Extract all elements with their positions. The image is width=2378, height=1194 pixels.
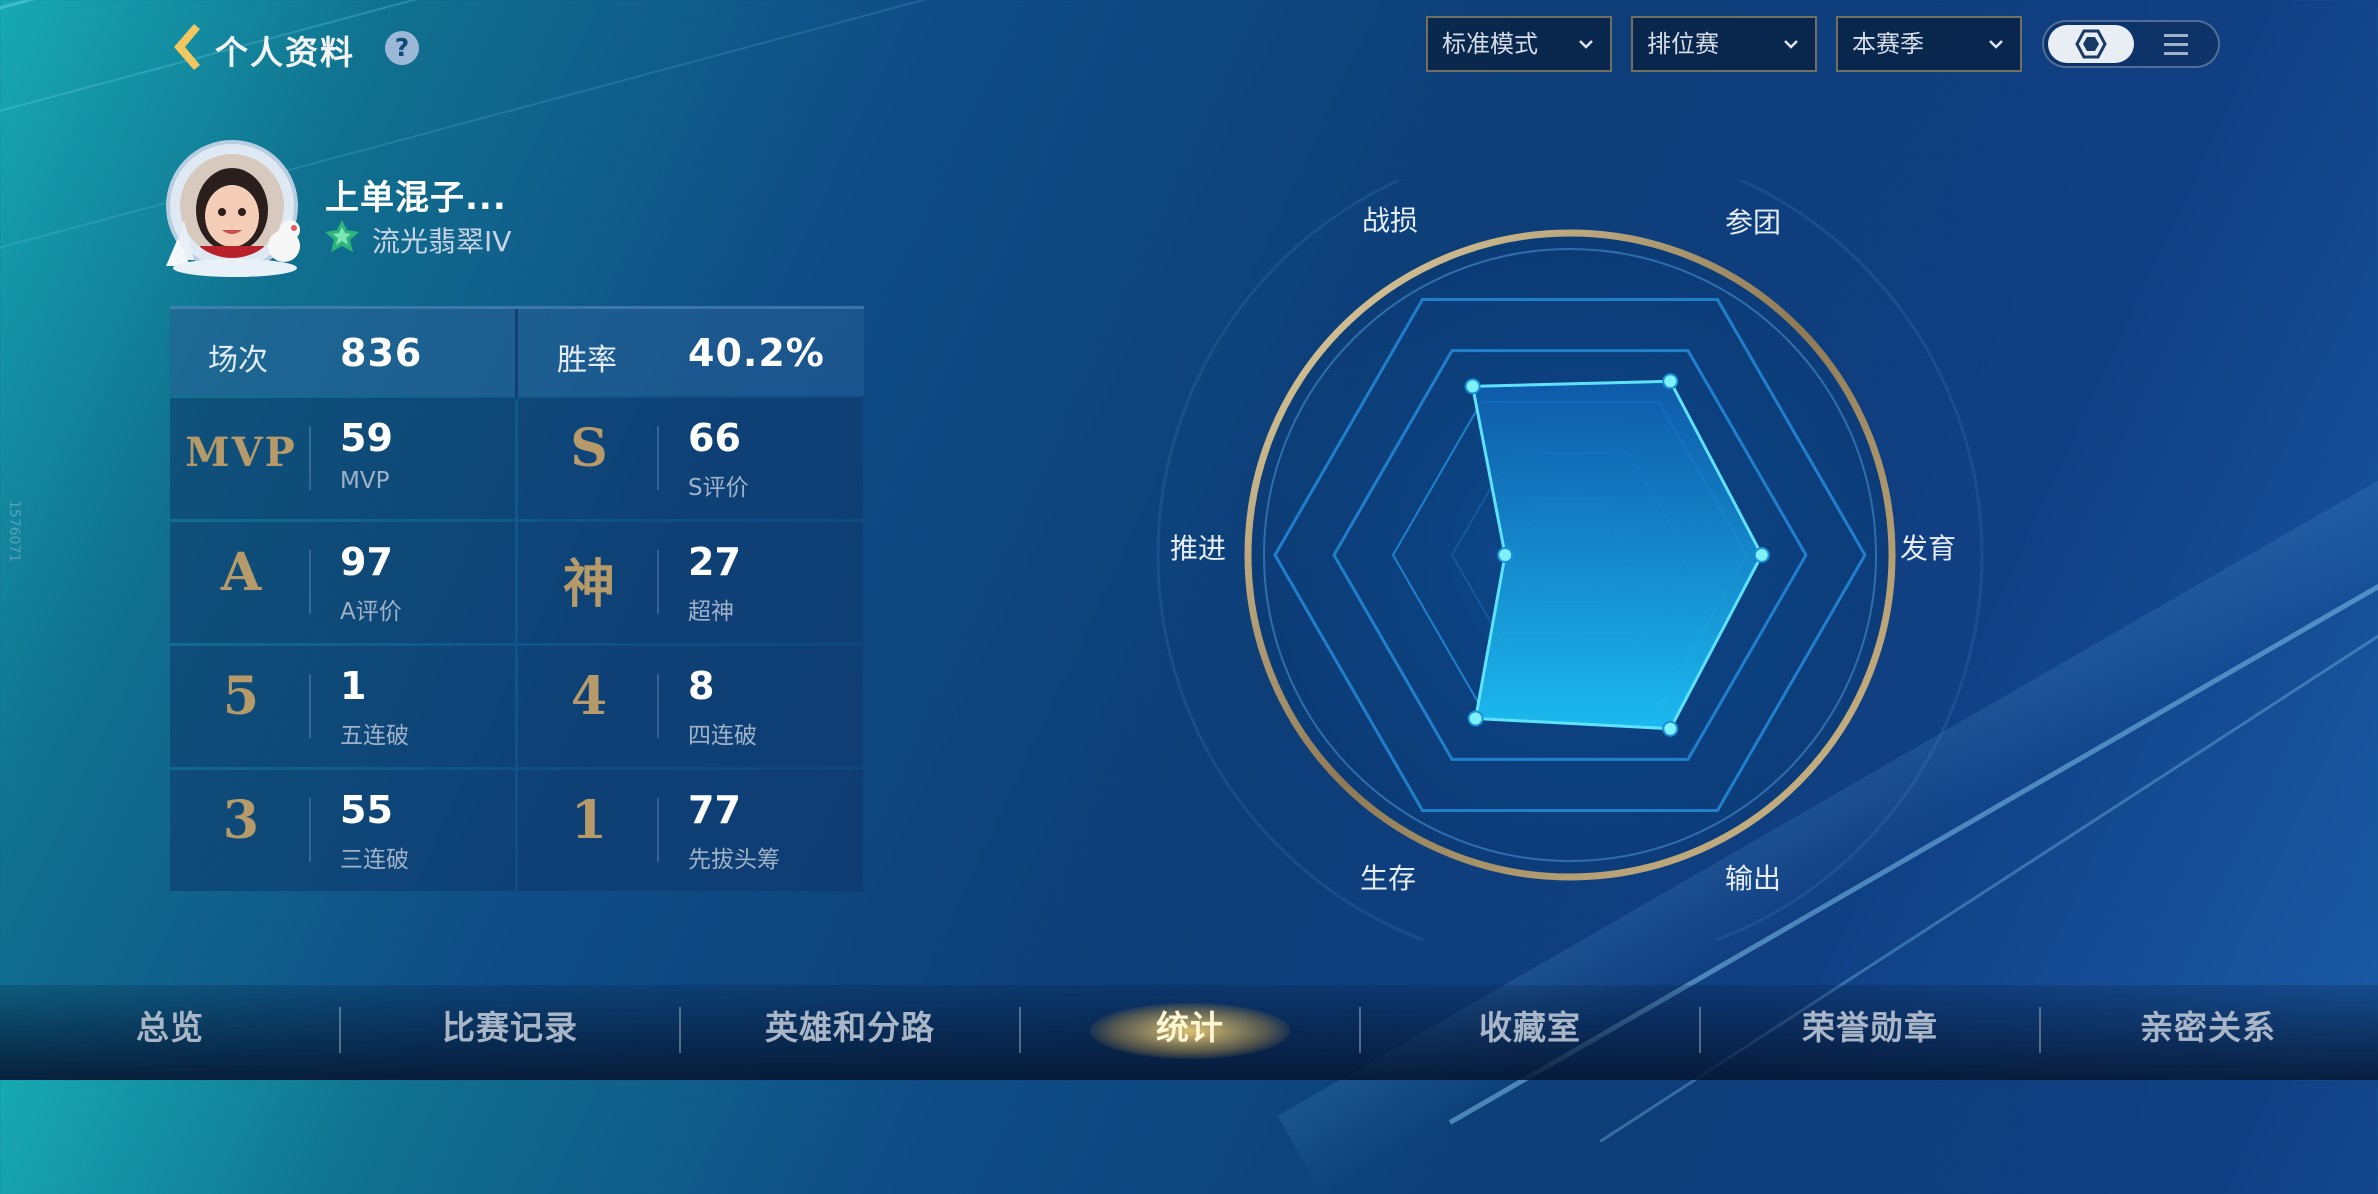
season-dropdown-value: 本赛季 — [1852, 30, 1924, 58]
help-icon[interactable]: ? — [385, 31, 419, 65]
stats-table: 场次 836 胜率 40.2% MVP 59 MVP S 66 S评价 A 97… — [170, 306, 864, 891]
stat-cell-penta: 5 1 五连破 — [170, 646, 515, 767]
chevron-down-icon — [1784, 40, 1798, 49]
winrate-value: 40.2% — [688, 331, 825, 375]
penta-glyph: 5 — [222, 666, 260, 727]
tab-label: 荣誉勋章 — [1802, 1008, 1938, 1047]
tab-label: 总览 — [136, 1008, 204, 1047]
tab-label: 比赛记录 — [442, 1008, 578, 1047]
radar-view-button[interactable] — [2048, 25, 2134, 63]
tab-heroes-lanes[interactable]: 英雄和分路 — [680, 985, 1020, 1080]
side-watermark-code: 1576071 — [6, 500, 22, 563]
radar-chart: 战损 参团发育输出 生存 推进 — [1156, 180, 1984, 940]
stat-value: 27 — [688, 540, 741, 584]
match-type-dropdown[interactable]: 排位赛 — [1631, 16, 1817, 72]
tab-match-history[interactable]: 比赛记录 — [340, 985, 680, 1080]
stat-cell-s: S 66 S评价 — [518, 398, 863, 519]
radar-axis-label: 推进 — [1170, 532, 1226, 565]
view-toggle[interactable] — [2042, 20, 2220, 68]
stat-label: A评价 — [340, 599, 402, 625]
stat-cell-mvp: MVP 59 MVP — [170, 398, 515, 519]
mvp-glyph: MVP — [185, 429, 297, 476]
radar-axis-label: 参团 — [1725, 206, 1781, 239]
stat-label: 五连破 — [340, 723, 409, 749]
radar-point — [1662, 720, 1679, 737]
radar-point — [1753, 547, 1770, 563]
tab-label: 收藏室 — [1479, 1008, 1581, 1047]
stat-label: 三连破 — [340, 847, 409, 873]
stat-value: 66 — [688, 416, 741, 460]
radar-axis-label: 发育 — [1900, 532, 1956, 565]
stat-label: 先拔头筹 — [688, 847, 780, 873]
stat-cell-a: A 97 A评价 — [170, 522, 515, 643]
radar-axis-label: 输出 — [1725, 862, 1781, 895]
stat-cell-first-blood: 1 77 先拔头筹 — [518, 770, 863, 891]
tab-label: 亲密关系 — [2140, 1008, 2276, 1047]
back-arrow-icon[interactable] — [168, 22, 202, 72]
first-blood-glyph: 1 — [570, 790, 608, 851]
player-name: 上单混子... — [325, 178, 507, 218]
avatar[interactable] — [160, 138, 310, 283]
stat-value: 1 — [340, 664, 367, 708]
godlike-glyph: 神 — [562, 554, 615, 615]
stat-label: 超神 — [688, 599, 734, 625]
bottom-nav: 总览 比赛记录 英雄和分路 统计 收藏室 荣誉勋章 亲密关系 — [0, 985, 2378, 1080]
stat-label: S评价 — [688, 475, 749, 501]
matches-value: 836 — [340, 331, 423, 375]
radar-point — [1662, 373, 1679, 390]
stat-cell-godlike: 神 27 超神 — [518, 522, 863, 643]
tab-statistics[interactable]: 统计 — [1020, 985, 1360, 1080]
tab-label: 统计 — [1156, 1008, 1224, 1047]
radar-point — [1497, 547, 1514, 563]
mode-dropdown-value: 标准模式 — [1442, 30, 1538, 58]
chevron-down-icon — [1989, 40, 2003, 49]
season-dropdown[interactable]: 本赛季 — [1836, 16, 2022, 72]
a-grade-glyph: A — [220, 542, 262, 603]
stat-cell-quadra: 4 8 四连破 — [518, 646, 863, 767]
radar-point — [1464, 378, 1481, 395]
chevron-down-icon — [1579, 40, 1593, 49]
tab-collection[interactable]: 收藏室 — [1360, 985, 1700, 1080]
tab-relationships[interactable]: 亲密关系 — [2038, 985, 2378, 1080]
stat-label: 四连破 — [688, 723, 757, 749]
stats-summary-row: 场次 836 胜率 40.2% — [170, 306, 864, 399]
tab-overview[interactable]: 总览 — [0, 985, 340, 1080]
page-title: 个人资料 — [215, 33, 355, 72]
tab-honor-medals[interactable]: 荣誉勋章 — [1700, 985, 2040, 1080]
s-grade-glyph: S — [570, 418, 608, 479]
winrate-label: 胜率 — [557, 343, 617, 378]
stat-value: 77 — [688, 788, 741, 832]
stat-label: MVP — [340, 468, 390, 494]
radar-axis-label: 战损 — [1362, 204, 1418, 237]
stat-value: 97 — [340, 540, 393, 584]
mode-dropdown[interactable]: 标准模式 — [1426, 16, 1612, 72]
triple-glyph: 3 — [222, 790, 260, 851]
rank-name: 流光翡翠IV — [372, 225, 512, 258]
matches-label: 场次 — [208, 343, 268, 378]
quadra-glyph: 4 — [570, 666, 608, 727]
radar-axis-label: 生存 — [1360, 862, 1416, 895]
radar-point — [1467, 710, 1484, 727]
list-view-icon[interactable] — [2156, 28, 2196, 62]
stat-cell-triple: 3 55 三连破 — [170, 770, 515, 891]
rank-emblem-icon — [325, 220, 359, 252]
match-type-dropdown-value: 排位赛 — [1647, 30, 1719, 58]
stat-value: 55 — [340, 788, 393, 832]
tab-label: 英雄和分路 — [765, 1008, 935, 1047]
stat-value: 59 — [340, 416, 393, 460]
stat-value: 8 — [688, 664, 715, 708]
hexagon-icon — [2075, 29, 2107, 59]
